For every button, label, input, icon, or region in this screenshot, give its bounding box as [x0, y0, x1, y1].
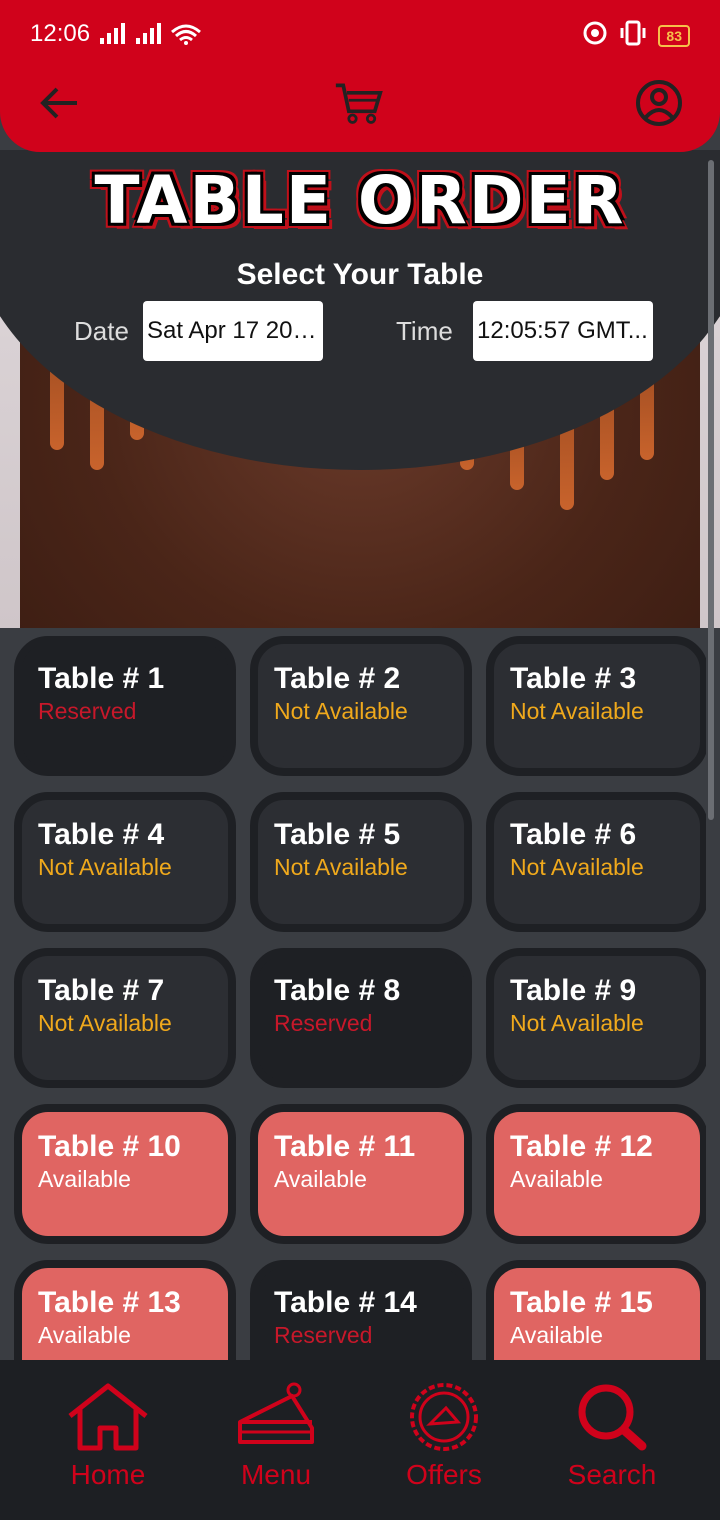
- table-name: Table # 7: [38, 974, 165, 1007]
- table-status: Reserved: [38, 698, 137, 724]
- search-icon: [578, 1384, 647, 1451]
- table-card[interactable]: Table # 4 Not Available: [14, 792, 236, 932]
- bottom-nav: Home Menu Offers Search: [0, 1360, 720, 1520]
- table-name: Table # 13: [38, 1286, 181, 1319]
- nav-home[interactable]: Home: [28, 1382, 188, 1491]
- table-card[interactable]: Table # 3 Not Available: [486, 636, 706, 776]
- table-name: Table # 9: [510, 974, 637, 1007]
- table-card[interactable]: Table # 8 Reserved: [250, 948, 472, 1088]
- nav-search-label: Search: [567, 1459, 657, 1490]
- table-name: Table # 15: [510, 1286, 653, 1319]
- cake-slice-icon: [238, 1382, 314, 1444]
- table-card[interactable]: Table # 5 Not Available: [250, 792, 472, 932]
- table-card[interactable]: Table # 14 Reserved: [250, 1260, 472, 1360]
- nav-offers-label: Offers: [406, 1459, 482, 1490]
- table-name: Table # 14: [274, 1286, 417, 1319]
- table-card[interactable]: Table # 9 Not Available: [486, 948, 706, 1088]
- profile-icon: [636, 80, 682, 126]
- table-name: Table # 11: [274, 1130, 416, 1163]
- table-name: Table # 3: [510, 662, 637, 695]
- page-title: TABLE ORDER: [94, 162, 626, 239]
- table-status: Available: [510, 1166, 603, 1192]
- table-card[interactable]: Table # 7 Not Available: [14, 948, 236, 1088]
- table-card[interactable]: Table # 12 Available: [486, 1104, 706, 1244]
- nav-menu[interactable]: Menu: [196, 1382, 356, 1491]
- nav-home-label: Home: [70, 1459, 146, 1490]
- table-grid: Table # 1 Reserved Table # 2 Not Available T…: [14, 636, 706, 1360]
- table-status: Available: [274, 1166, 367, 1192]
- profile-button[interactable]: [634, 78, 684, 128]
- table-name: Table # 8: [274, 974, 401, 1007]
- cart-icon: [335, 83, 383, 124]
- table-status: Available: [38, 1322, 131, 1348]
- scrollbar[interactable]: [708, 160, 714, 820]
- table-card[interactable]: Table # 1 Reserved: [14, 636, 236, 776]
- table-name: Table # 1: [38, 662, 165, 695]
- date-label: Date: [74, 316, 129, 346]
- time-field[interactable]: 12:05:57 GMT...: [473, 301, 653, 361]
- table-status: Available: [510, 1322, 603, 1348]
- table-card[interactable]: Table # 6 Not Available: [486, 792, 706, 932]
- arrow-back-icon: [40, 87, 77, 119]
- page-subtitle: Select Your Table: [236, 258, 484, 291]
- table-status: Not Available: [510, 1010, 644, 1036]
- table-name: Table # 5: [274, 818, 401, 851]
- table-name: Table # 10: [38, 1130, 181, 1163]
- battery-icon: 83: [658, 24, 690, 47]
- table-status: Reserved: [274, 1322, 373, 1348]
- table-card[interactable]: Table # 15 Available: [486, 1260, 706, 1360]
- nav-offers[interactable]: Offers: [364, 1382, 524, 1491]
- table-status: Not Available: [38, 1010, 172, 1036]
- table-status: Reserved: [274, 1010, 373, 1036]
- table-card[interactable]: Table # 10 Available: [14, 1104, 236, 1244]
- table-status: Available: [38, 1166, 131, 1192]
- table-card[interactable]: Table # 11 Available: [250, 1104, 472, 1244]
- status-bar: 12:06 83: [0, 0, 720, 70]
- date-field[interactable]: Sat Apr 17 2021: [143, 301, 323, 361]
- table-card[interactable]: Table # 2 Not Available: [250, 636, 472, 776]
- offer-badge-icon: [410, 1383, 478, 1451]
- signal-icon: [100, 22, 210, 51]
- table-name: Table # 2: [274, 662, 401, 695]
- status-time: 12:06: [30, 20, 91, 47]
- table-name: Table # 6: [510, 818, 637, 851]
- table-card[interactable]: Table # 13 Available: [14, 1260, 236, 1360]
- time-label: Time: [396, 316, 453, 346]
- nav-search[interactable]: Search: [532, 1382, 692, 1491]
- table-status: Not Available: [274, 854, 408, 880]
- app-bar: 12:06 83: [0, 0, 720, 152]
- cart-button[interactable]: [334, 78, 384, 128]
- table-name: Table # 4: [38, 818, 165, 851]
- vibrate-icon: [618, 20, 648, 51]
- table-status: Not Available: [510, 698, 644, 724]
- table-name: Table # 12: [510, 1130, 653, 1163]
- nfc-icon: [582, 20, 608, 51]
- table-status: Not Available: [274, 698, 408, 724]
- back-button[interactable]: [34, 78, 84, 128]
- home-icon: [68, 1383, 148, 1451]
- table-status: Not Available: [38, 854, 172, 880]
- table-status: Not Available: [510, 854, 644, 880]
- nav-menu-label: Menu: [240, 1459, 312, 1490]
